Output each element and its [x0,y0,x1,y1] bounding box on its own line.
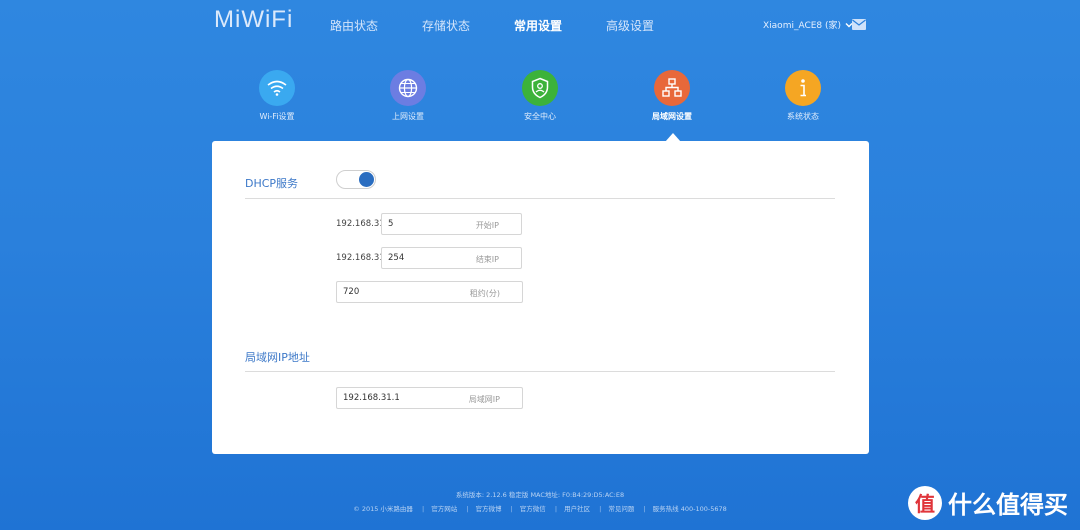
footer-link-website[interactable]: 官方网站 [431,505,457,513]
watermark-badge: 值 [908,485,942,520]
wifi-icon [259,70,295,106]
watermark-text: 什么值得买 [948,491,1068,519]
start-ip-field[interactable]: 开始IP [381,213,522,235]
quick-nav-lan[interactable]: 局域网设置 [627,70,717,122]
nav-advanced-settings[interactable]: 高级设置 [606,17,654,34]
device-name: Xiaomi_ACE8 (家) [763,21,842,31]
footer-link-community[interactable]: 用户社区 [564,505,590,513]
lan-ip-field[interactable]: 局域网IP [336,387,523,409]
device-selector[interactable]: Xiaomi_ACE8 (家) [763,18,853,31]
quick-nav-security[interactable]: 安全中心 [495,70,585,122]
start-ip-prefix: 192.168.31. [336,219,388,229]
footer-link-weibo[interactable]: 官方微博 [476,505,502,513]
globe-icon [390,70,426,106]
top-header: MiWiFi 路由状态 存储状态 常用设置 高级设置 Xiaomi_ACE8 (… [0,0,1080,50]
footer-copyright: © 2015 小米路由器 [353,505,413,513]
site-watermark: 值 什么值得买 [908,485,1068,520]
footer-link-wechat[interactable]: 官方微信 [520,505,546,513]
nav-storage-status[interactable]: 存储状态 [422,17,470,34]
divider [245,198,835,199]
quick-nav-system-label: 系统状态 [787,112,819,121]
start-ip-input[interactable] [382,214,521,234]
lan-ip-section-title: 局域网IP地址 [245,351,310,364]
info-icon [785,70,821,106]
shield-icon [522,70,558,106]
dhcp-section-title: DHCP服务 [245,177,299,190]
quick-nav-wifi-label: Wi-Fi设置 [259,112,295,121]
end-ip-input[interactable] [382,248,521,268]
quick-nav-internet[interactable]: 上网设置 [363,70,453,122]
nav-router-status[interactable]: 路由状态 [330,17,378,34]
main-nav: 路由状态 存储状态 常用设置 高级设置 [330,17,698,34]
footer-link-faq[interactable]: 常见问题 [608,505,634,513]
lan-settings-panel: DHCP服务 192.168.31. 开始IP 192.168.31. 结束IP… [212,141,869,454]
toggle-knob [359,172,374,187]
lease-field[interactable]: 租约(分) [336,281,523,303]
quick-nav-lan-label: 局域网设置 [652,112,692,121]
network-icon [654,70,690,106]
footer-hotline: 服务热线 400-100-5678 [652,505,727,513]
divider [245,371,835,372]
nav-common-settings[interactable]: 常用设置 [514,17,562,34]
quick-nav-system[interactable]: 系统状态 [758,70,848,122]
end-ip-field[interactable]: 结束IP [381,247,522,269]
lan-ip-input[interactable] [337,388,522,408]
dhcp-toggle[interactable] [336,170,376,189]
quick-nav-wifi[interactable]: Wi-Fi设置 [232,70,322,122]
mail-icon[interactable] [852,19,866,30]
end-ip-prefix: 192.168.31. [336,253,388,263]
lease-input[interactable] [337,282,522,302]
quick-nav-security-label: 安全中心 [524,112,556,121]
quick-nav-internet-label: 上网设置 [392,112,424,121]
miwifi-logo[interactable]: MiWiFi [214,6,293,34]
